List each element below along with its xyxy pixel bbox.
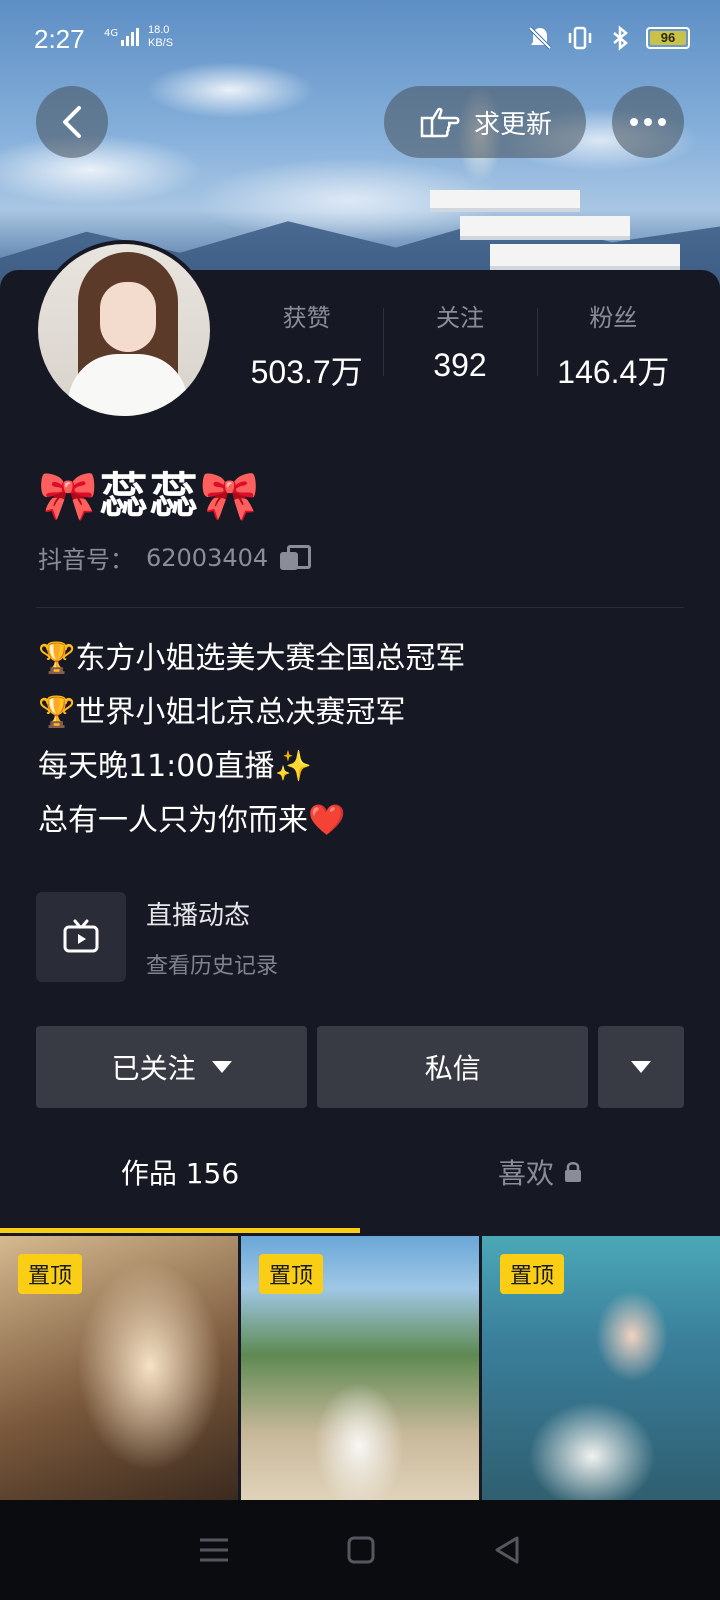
tab-likes[interactable]: 喜欢	[360, 1152, 720, 1192]
bio-line: 每天晚11:00直播✨	[38, 749, 312, 784]
live-title: 直播动态	[146, 900, 251, 931]
stat-following[interactable]: 关注 392	[383, 296, 536, 386]
mute-bell-icon	[528, 26, 552, 50]
expand-button[interactable]	[598, 1026, 685, 1108]
stat-followers-label: 粉丝	[589, 304, 638, 332]
video-thumbnail[interactable]: 置顶	[241, 1236, 479, 1500]
bio-line: 总有一人只为你而来❤️	[38, 803, 346, 838]
followed-button[interactable]: 已关注	[36, 1026, 308, 1108]
bluetooth-icon	[613, 25, 628, 51]
pinned-badge: 置顶	[18, 1254, 83, 1294]
douyin-id-label: 抖音号：	[38, 546, 134, 574]
bio-line: 🏆世界小姐北京总决赛冠军	[38, 695, 406, 730]
stat-likes-label: 获赞	[282, 304, 331, 332]
video-thumbnail[interactable]: 置顶	[0, 1236, 238, 1500]
stat-likes[interactable]: 获赞 503.7万	[230, 296, 383, 390]
live-text: 直播动态 查看历史记录	[146, 895, 278, 980]
status-speed-value: 18.0	[148, 24, 170, 36]
chevron-left-icon	[63, 106, 81, 138]
video-thumbnail[interactable]: 置顶	[482, 1236, 720, 1500]
avatar-image	[38, 244, 210, 416]
live-icon-box	[36, 892, 126, 982]
douyin-id-row: 抖音号： 62003404	[38, 540, 312, 575]
stat-following-label: 关注	[435, 304, 484, 332]
tab-indicator	[0, 1228, 360, 1233]
more-dots-icon	[630, 118, 666, 126]
battery-icon: 96	[646, 27, 690, 49]
pinned-badge: 置顶	[500, 1254, 565, 1294]
status-icons: 96	[526, 24, 690, 52]
message-label: 私信	[424, 1052, 481, 1085]
profile-bio: 🏆东方小姐选美大赛全国总冠军 🏆世界小姐北京总决赛冠军 每天晚11:00直播✨ …	[38, 632, 465, 848]
back-triangle-icon[interactable]	[491, 1534, 523, 1566]
divider	[36, 607, 684, 608]
stat-following-value: 392	[433, 347, 487, 383]
action-buttons: 已关注 私信	[36, 1026, 685, 1108]
profile-name: 🎀蕊蕊🎀	[38, 468, 262, 524]
status-network: 4G	[104, 28, 119, 39]
tv-icon	[63, 919, 99, 953]
tab-works-count: 156	[185, 1157, 240, 1190]
douyin-id-value: 62003404	[146, 543, 269, 572]
back-button[interactable]	[36, 86, 108, 158]
home-icon[interactable]	[345, 1534, 377, 1566]
tab-works[interactable]: 作品 156	[0, 1152, 360, 1232]
more-options-button[interactable]	[612, 86, 684, 158]
menu-icon[interactable]	[197, 1535, 231, 1565]
battery-level: 96	[660, 30, 676, 45]
profile-tabs: 作品 156 喜欢	[0, 1152, 720, 1232]
copy-icon[interactable]	[280, 544, 312, 571]
tab-likes-label: 喜欢	[497, 1157, 554, 1190]
status-speed: 18.0 KB/S	[148, 24, 173, 50]
system-nav-bar	[0, 1500, 720, 1600]
signal-icon	[121, 28, 139, 46]
status-bar: 2:27 4G 18.0 KB/S 96	[0, 0, 720, 80]
live-subtitle: 查看历史记录	[146, 953, 279, 979]
request-update-label: 求更新	[473, 109, 552, 140]
pointing-hand-icon	[420, 107, 460, 138]
status-time: 2:27	[34, 24, 85, 54]
caret-down-icon	[211, 1061, 232, 1073]
vibrate-icon	[568, 26, 592, 50]
lock-icon	[565, 1162, 581, 1182]
video-grid: 置顶 置顶 置顶	[0, 1236, 720, 1500]
caret-down-icon	[631, 1061, 652, 1073]
profile-stats: 获赞 503.7万 关注 392 粉丝 146.4万	[230, 296, 690, 390]
avatar[interactable]	[34, 240, 214, 420]
stat-followers-value: 146.4万	[557, 354, 670, 390]
live-history-card[interactable]: 直播动态 查看历史记录	[36, 892, 636, 982]
message-button[interactable]: 私信	[317, 1026, 589, 1108]
stat-likes-value: 503.7万	[250, 354, 363, 390]
status-speed-unit: KB/S	[148, 37, 174, 49]
request-update-button[interactable]: 求更新	[384, 86, 586, 158]
pinned-badge: 置顶	[259, 1254, 324, 1294]
bio-line: 🏆东方小姐选美大赛全国总冠军	[38, 641, 466, 676]
stat-followers[interactable]: 粉丝 146.4万	[536, 296, 690, 390]
tab-works-label: 作品	[120, 1157, 177, 1190]
followed-label: 已关注	[111, 1052, 196, 1085]
